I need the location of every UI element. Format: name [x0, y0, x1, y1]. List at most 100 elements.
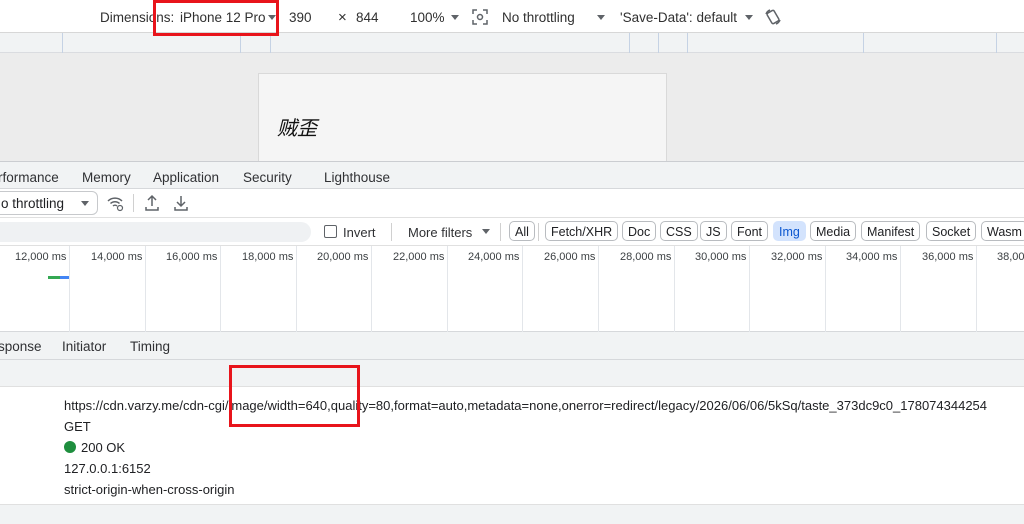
timeline-label: 38,00	[997, 251, 1024, 263]
ruler-tick	[240, 33, 241, 53]
tab-lighthouse[interactable]: Lighthouse	[324, 170, 390, 185]
device-frame: 贼歪	[258, 73, 667, 163]
timeline-gridline	[220, 246, 221, 332]
details-footer	[0, 504, 1024, 524]
filter-divider	[391, 223, 392, 241]
request-method-value: GET	[64, 419, 91, 434]
filter-chip-img[interactable]: Img	[773, 221, 806, 241]
filter-chip-css[interactable]: CSS	[660, 221, 698, 241]
network-conditions-icon[interactable]	[106, 194, 124, 212]
save-data-chevron-icon[interactable]	[745, 15, 753, 20]
timeline-request-bar	[48, 276, 60, 279]
filter-input[interactable]	[0, 222, 311, 242]
ruler-tick	[658, 33, 659, 53]
timeline-label: 14,000 ms	[91, 251, 143, 263]
emulated-viewport: 贼歪	[0, 53, 1024, 163]
filter-chip-socket[interactable]: Socket	[926, 221, 977, 241]
tab-initiator[interactable]: Initiator	[62, 339, 106, 354]
throttling-chevron-icon[interactable]	[597, 15, 605, 20]
filter-chip-font[interactable]: Font	[731, 221, 769, 241]
export-har-icon[interactable]	[173, 194, 189, 212]
throttling-select[interactable]: No throttling	[502, 10, 575, 25]
ruler-tick	[996, 33, 997, 53]
height-input[interactable]: 844	[356, 10, 379, 25]
ruler-tick	[62, 33, 63, 53]
timeline-gridline	[900, 246, 901, 332]
status-code-text: 200 OK	[81, 440, 126, 455]
timeline-gridline	[145, 246, 146, 332]
timeline-gridline	[447, 246, 448, 332]
save-data-select[interactable]: 'Save-Data': default	[620, 10, 737, 25]
invert-label: Invert	[343, 225, 376, 240]
ruler-tick	[687, 33, 688, 53]
ruler-tick	[863, 33, 864, 53]
request-general-details: https://cdn.varzy.me/cdn-cgi/image/width…	[0, 387, 1024, 504]
timeline-gridline	[598, 246, 599, 332]
network-timeline-overview[interactable]: 12,000 ms 14,000 ms 16,000 ms 18,000 ms …	[0, 246, 1024, 332]
zoom-chevron-icon[interactable]	[451, 15, 459, 20]
timeline-gridline	[371, 246, 372, 332]
timeline-label: 30,000 ms	[695, 251, 747, 263]
request-detail-tabs: sponse Initiator Timing	[0, 332, 1024, 360]
filter-chip-js[interactable]: JS	[700, 221, 727, 241]
width-input[interactable]: 390	[289, 10, 312, 25]
tab-response[interactable]: sponse	[0, 339, 42, 354]
tab-application[interactable]: Application	[153, 170, 219, 185]
times-symbol: ×	[338, 9, 347, 26]
highlight-box-device	[153, 0, 279, 36]
timeline-label: 12,000 ms	[15, 251, 67, 263]
more-filters-button[interactable]: More filters	[408, 225, 472, 240]
timeline-label: 16,000 ms	[166, 251, 218, 263]
timeline-label: 36,000 ms	[922, 251, 974, 263]
network-throttling-chevron-icon	[81, 201, 89, 206]
timeline-gridline	[296, 246, 297, 332]
general-section-header[interactable]	[0, 360, 1024, 387]
timeline-label: 28,000 ms	[620, 251, 672, 263]
tab-security[interactable]: Security	[243, 170, 292, 185]
page-heading: 贼歪	[277, 116, 317, 140]
timeline-label: 32,000 ms	[771, 251, 823, 263]
timeline-label: 20,000 ms	[317, 251, 369, 263]
zoom-select[interactable]: 100%	[410, 10, 445, 25]
timeline-gridline	[976, 246, 977, 332]
timeline-request-bar	[60, 276, 69, 279]
timeline-label: 24,000 ms	[468, 251, 520, 263]
filter-chip-manifest[interactable]: Manifest	[861, 221, 921, 241]
screenshot-icon[interactable]	[472, 9, 488, 25]
invert-checkbox[interactable]	[324, 225, 337, 238]
filter-chip-fetch-xhr[interactable]: Fetch/XHR	[545, 221, 619, 241]
network-throttling-value: o throttling	[1, 196, 65, 211]
ruler-tick	[270, 33, 271, 53]
timeline-gridline	[825, 246, 826, 332]
timeline-label: 22,000 ms	[393, 251, 445, 263]
toolbar-divider	[133, 194, 134, 212]
status-ok-dot-icon	[64, 441, 76, 453]
tab-timing[interactable]: Timing	[130, 339, 170, 354]
ruler-tick	[629, 33, 630, 53]
filter-chip-wasm[interactable]: Wasm	[981, 221, 1024, 241]
filter-chip-media[interactable]: Media	[810, 221, 857, 241]
filter-chip-all[interactable]: All	[509, 221, 535, 241]
filter-bar: Invert More filters All Fetch/XHR Doc CS…	[0, 218, 1024, 246]
filter-divider	[500, 223, 501, 241]
request-url-value: https://cdn.varzy.me/cdn-cgi/image/width…	[64, 398, 988, 413]
filter-divider	[538, 223, 539, 241]
devtools-tab-bar: rformance Memory Application Security Li…	[0, 161, 1024, 189]
device-ruler	[0, 33, 1024, 53]
rotate-icon[interactable]	[764, 8, 782, 26]
tab-performance[interactable]: rformance	[0, 170, 59, 185]
timeline-gridline	[674, 246, 675, 332]
import-har-icon[interactable]	[144, 194, 160, 212]
timeline-gridline	[522, 246, 523, 332]
timeline-label: 34,000 ms	[846, 251, 898, 263]
timeline-label: 26,000 ms	[544, 251, 596, 263]
more-filters-chevron-icon[interactable]	[482, 229, 490, 234]
remote-address-value: 127.0.0.1:6152	[64, 461, 151, 476]
timeline-gridline	[749, 246, 750, 332]
tab-memory[interactable]: Memory	[82, 170, 131, 185]
timeline-label: 18,000 ms	[242, 251, 294, 263]
network-throttling-select[interactable]: o throttling	[0, 191, 98, 215]
network-toolbar: o throttling	[0, 189, 1024, 218]
referrer-policy-value: strict-origin-when-cross-origin	[64, 482, 235, 497]
filter-chip-doc[interactable]: Doc	[622, 221, 657, 241]
